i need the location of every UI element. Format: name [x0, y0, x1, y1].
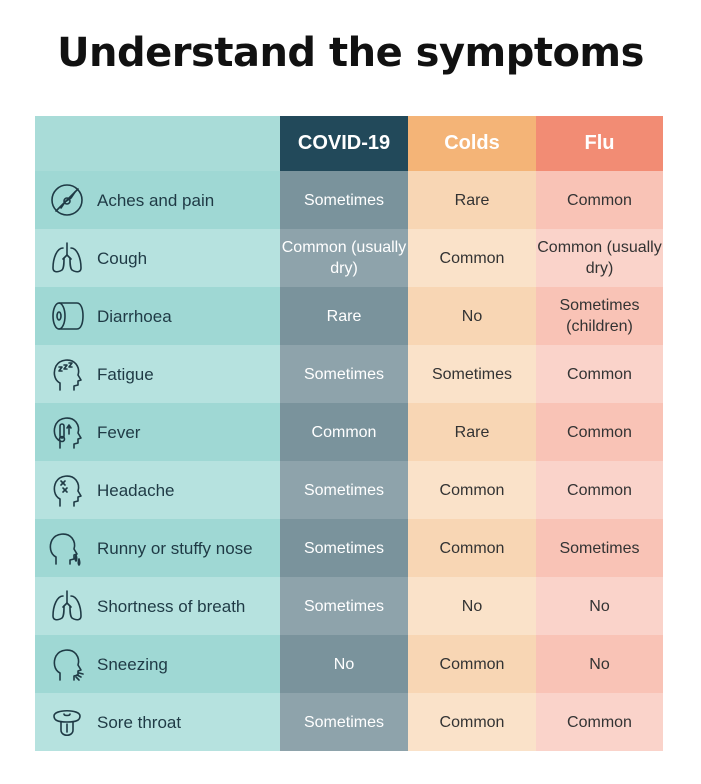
- covid-cell: Sometimes: [280, 693, 408, 751]
- symptom-label: Headache: [97, 480, 175, 500]
- colds-cell: Common: [408, 461, 536, 519]
- header-blank: [35, 116, 280, 171]
- covid-cell: Common (usually dry): [280, 229, 408, 287]
- symptom-cell: Headache: [35, 461, 280, 519]
- sleepy-head-icon: [47, 354, 87, 394]
- sore-throat-icon: [47, 702, 87, 742]
- aches-icon: [47, 180, 87, 220]
- runny-nose-icon: [47, 528, 87, 568]
- table-row: Cough Common (usually dry) Common Common (u…: [35, 229, 663, 287]
- header-covid: COVID-19: [280, 116, 408, 171]
- colds-cell: No: [408, 287, 536, 345]
- symptom-label: Sore throat: [97, 712, 182, 732]
- symptom-label: Sneezing: [97, 654, 168, 674]
- symptom-cell: Sneezing: [35, 635, 280, 693]
- toilet-paper-icon: [47, 296, 87, 336]
- covid-cell: No: [280, 635, 408, 693]
- symptom-cell: Shortness of breath: [35, 577, 280, 635]
- covid-cell: Sometimes: [280, 577, 408, 635]
- colds-cell: Common: [408, 519, 536, 577]
- flu-cell: Common: [536, 345, 663, 403]
- symptom-label: Fatigue: [97, 364, 154, 384]
- symptom-cell: Cough: [35, 229, 280, 287]
- flu-cell: Common: [536, 461, 663, 519]
- lungs-icon: [47, 586, 87, 626]
- symptom-label: Cough: [97, 248, 148, 268]
- table-row: Fatigue Sometimes Sometimes Common: [35, 345, 663, 403]
- flu-cell: No: [536, 635, 663, 693]
- flu-cell: Common: [536, 171, 663, 229]
- symptom-cell: Runny or stuffy nose: [35, 519, 280, 577]
- symptom-cell: Diarrhoea: [35, 287, 280, 345]
- symptom-cell: Fatigue: [35, 345, 280, 403]
- thermometer-head-icon: [47, 412, 87, 452]
- colds-cell: Common: [408, 229, 536, 287]
- page-title: Understand the symptoms: [57, 30, 644, 76]
- flu-cell: Common (usually dry): [536, 229, 663, 287]
- header-flu: Flu: [536, 116, 663, 171]
- symptom-label: Fever: [97, 422, 141, 442]
- table-row: Diarrhoea Rare No Sometimes (children): [35, 287, 663, 345]
- table-row: Fever Common Rare Common: [35, 403, 663, 461]
- flu-cell: Common: [536, 693, 663, 751]
- colds-cell: Rare: [408, 403, 536, 461]
- colds-cell: Common: [408, 635, 536, 693]
- colds-cell: Rare: [408, 171, 536, 229]
- header-colds: Colds: [408, 116, 536, 171]
- table-row: Shortness of breath Sometimes No No: [35, 577, 663, 635]
- table-row: Runny or stuffy nose Sometimes Common Somet…: [35, 519, 663, 577]
- symptom-label: Runny or stuffy nose: [97, 538, 253, 558]
- flu-cell: Sometimes: [536, 519, 663, 577]
- covid-cell: Sometimes: [280, 171, 408, 229]
- colds-cell: Common: [408, 693, 536, 751]
- colds-cell: Sometimes: [408, 345, 536, 403]
- table-row: Headache Sometimes Common Common: [35, 461, 663, 519]
- covid-cell: Rare: [280, 287, 408, 345]
- symptom-cell: Aches and pain: [35, 171, 280, 229]
- colds-cell: No: [408, 577, 536, 635]
- sneezing-head-icon: [47, 644, 87, 684]
- symptom-label: Shortness of breath: [97, 596, 246, 616]
- covid-cell: Sometimes: [280, 461, 408, 519]
- flu-cell: No: [536, 577, 663, 635]
- headache-icon: [47, 470, 87, 510]
- lungs-icon: [47, 238, 87, 278]
- covid-cell: Sometimes: [280, 519, 408, 577]
- symptom-cell: Sore throat: [35, 693, 280, 751]
- flu-cell: Common: [536, 403, 663, 461]
- flu-cell: Sometimes (children): [536, 287, 663, 345]
- table-row: Sneezing No Common No: [35, 635, 663, 693]
- symptoms-table: COVID-19 Colds Flu Aches and pain Sometim…: [35, 116, 663, 751]
- covid-cell: Sometimes: [280, 345, 408, 403]
- table-row: Aches and pain Sometimes Rare Common: [35, 171, 663, 229]
- table-row: Sore throat Sometimes Common Common: [35, 693, 663, 751]
- symptom-cell: Fever: [35, 403, 280, 461]
- symptom-label: Diarrhoea: [97, 306, 172, 326]
- table-header-row: COVID-19 Colds Flu: [35, 116, 663, 171]
- symptom-label: Aches and pain: [97, 190, 215, 210]
- covid-cell: Common: [280, 403, 408, 461]
